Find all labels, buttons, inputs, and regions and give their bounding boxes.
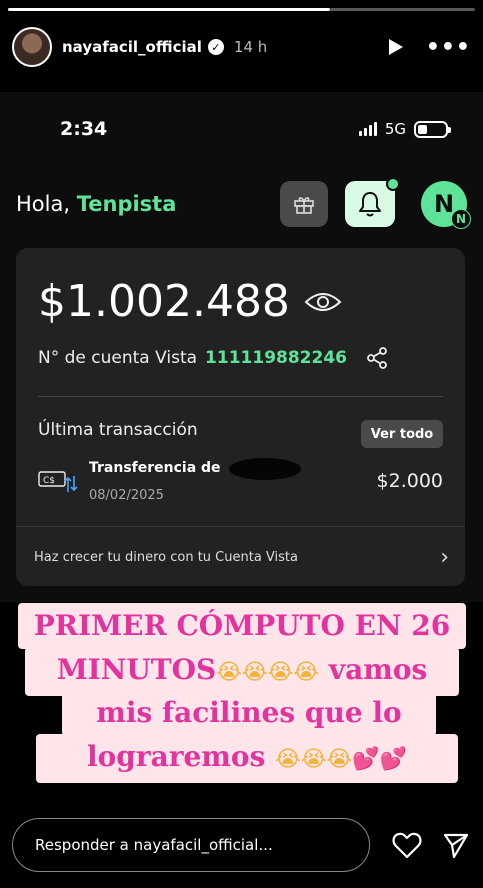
phone-clock: 2:34	[60, 118, 108, 140]
transaction-title: Transferencia de	[89, 460, 221, 476]
battery-icon	[414, 120, 451, 138]
transaction-date: 08/02/2025	[89, 488, 164, 503]
account-card: $1.002.488 N° de cuenta Vista 1111198822…	[16, 248, 465, 586]
crying-emoji: 😭😭😭😭	[216, 660, 320, 685]
send-icon[interactable]	[442, 831, 470, 859]
account-number: 111119882246	[205, 348, 347, 368]
phone-status-bar: 2:34 5G	[60, 114, 451, 144]
greeting-row: Hola, Tenpista N N	[16, 177, 471, 229]
reply-bar	[12, 818, 471, 872]
gift-button[interactable]	[280, 181, 328, 227]
story-progress-fill	[8, 8, 331, 11]
more-options-icon[interactable]: •••	[426, 35, 471, 60]
last-transaction-label: Última transacción	[38, 420, 198, 440]
greeting-name: Tenpista	[76, 192, 177, 216]
story-caption: PRIMER CÓMPUTO EN 26 MINUTOS😭😭😭😭 vamos m…	[0, 600, 483, 785]
gift-icon	[294, 197, 314, 214]
story-username[interactable]: nayafacil_official	[62, 38, 202, 56]
card-divider-bottom	[16, 526, 465, 527]
see-all-button[interactable]: Ver todo	[361, 420, 443, 448]
caption-line-2: MINUTOS😭😭😭😭 vamos	[25, 647, 459, 696]
eye-icon[interactable]	[304, 290, 342, 314]
crying-hearts-emoji: 😭😭😭💕💕	[275, 747, 408, 772]
profile-sub-badge: N	[451, 209, 471, 229]
grow-money-row[interactable]: Haz crecer tu dinero con tu Cuenta Vista…	[34, 528, 449, 586]
caption-line-2-rest: vamos	[319, 653, 428, 686]
network-type: 5G	[384, 120, 406, 138]
card-divider	[38, 396, 443, 397]
account-number-row: N° de cuenta Vista 111119882246	[38, 346, 443, 370]
verified-badge-icon: ✓	[207, 39, 224, 55]
heart-icon[interactable]	[392, 831, 422, 859]
story-header: nayafacil_official ✓ 14 h •••	[12, 22, 471, 72]
caption-line-2-text: MINUTOS	[56, 653, 217, 686]
transfer-icon: C$	[38, 471, 78, 492]
svg-text:C$: C$	[43, 476, 55, 486]
redacted-name	[229, 458, 301, 480]
caption-line-3: mis facilines que lo	[62, 690, 436, 736]
app-screenshot: 2:34 5G Hola, Tenpista N N $1.002.488 N°…	[0, 92, 483, 602]
bell-icon	[359, 192, 381, 217]
profile-avatar-button[interactable]: N N	[421, 181, 471, 229]
caption-line-4-text: lograremos	[86, 740, 276, 773]
greeting: Hola, Tenpista	[16, 192, 176, 216]
greeting-prefix: Hola,	[16, 192, 71, 216]
caption-line-4: lograremos 😭😭😭💕💕	[36, 734, 458, 783]
chevron-right-icon: ›	[440, 544, 449, 570]
account-number-label: N° de cuenta Vista	[38, 348, 198, 368]
notifications-button[interactable]	[345, 177, 400, 227]
reply-input[interactable]	[12, 818, 370, 872]
avatar[interactable]	[12, 27, 52, 67]
grow-money-text: Haz crecer tu dinero con tu Cuenta Vista	[34, 549, 298, 565]
caption-line-1: PRIMER CÓMPUTO EN 26	[18, 603, 466, 649]
play-icon[interactable]	[384, 35, 408, 59]
share-icon[interactable]	[365, 346, 389, 370]
story-time-ago: 14 h	[233, 38, 268, 56]
signal-icon	[358, 122, 377, 136]
story-progress-remaining	[330, 8, 475, 11]
notification-dot	[386, 177, 400, 191]
account-balance: $1.002.488	[38, 276, 290, 327]
transaction-amount: $2.000	[376, 470, 443, 492]
story-progress-bar	[8, 8, 475, 11]
